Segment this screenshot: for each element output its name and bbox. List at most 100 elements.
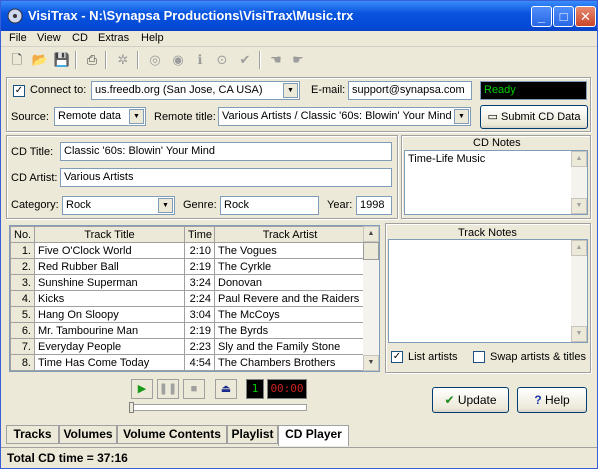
track-artist[interactable]: The Byrds bbox=[214, 322, 366, 339]
connect-checkbox[interactable]: ✓ bbox=[13, 85, 25, 97]
table-row[interactable]: 3. Sunshine Superman 3:24 Donovan bbox=[10, 274, 366, 291]
cd-write-icon[interactable]: ◉ bbox=[169, 51, 187, 69]
track-notes-scrollbar[interactable]: ▲ ▼ bbox=[571, 240, 587, 342]
category-dropdown[interactable]: Rock ▼ bbox=[62, 196, 175, 215]
cd-read-icon[interactable]: ◎ bbox=[146, 51, 164, 69]
cd-info-icon[interactable]: ℹ bbox=[191, 51, 209, 69]
cd-notes-field[interactable]: Time-Life Music ▲ ▼ bbox=[404, 150, 588, 215]
chevron-down-icon[interactable]: ▼ bbox=[283, 83, 298, 98]
col-header-no[interactable]: No. bbox=[10, 226, 35, 243]
chevron-down-icon[interactable]: ▼ bbox=[158, 198, 173, 213]
pause-icon[interactable]: ❚❚ bbox=[157, 379, 179, 399]
track-artist[interactable]: The McCoys bbox=[214, 306, 366, 323]
genre-field[interactable]: Rock bbox=[220, 196, 319, 215]
scroll-up-icon[interactable]: ▲ bbox=[571, 240, 587, 256]
track-artist[interactable]: The Chambers Brothers bbox=[214, 354, 366, 371]
scroll-down-icon[interactable]: ▼ bbox=[363, 355, 379, 371]
table-row[interactable]: 6. Mr. Tambourine Man 2:19 The Byrds bbox=[10, 322, 366, 339]
track-title[interactable]: Five O'Clock World bbox=[34, 242, 185, 259]
cd-lookup-icon[interactable]: ⊙ bbox=[213, 51, 231, 69]
table-row[interactable]: 4. Kicks 2:24 Paul Revere and the Raiders bbox=[10, 290, 366, 307]
close-button[interactable]: ✕ bbox=[575, 6, 596, 27]
cd-title-field[interactable]: Classic '60s: Blowin' Your Mind bbox=[60, 142, 392, 161]
track-artist[interactable]: Donovan bbox=[214, 274, 366, 291]
table-row[interactable]: 1. Five O'Clock World 2:10 The Vogues bbox=[10, 242, 366, 259]
scroll-down-icon[interactable]: ▼ bbox=[571, 326, 587, 342]
tab-playlist[interactable]: Playlist bbox=[227, 425, 278, 444]
track-time[interactable]: 3:04 bbox=[184, 306, 215, 323]
scroll-thumb[interactable] bbox=[363, 242, 379, 260]
menu-view[interactable]: View bbox=[37, 32, 61, 44]
track-title[interactable]: Time Has Come Today bbox=[34, 354, 185, 371]
scroll-up-icon[interactable]: ▲ bbox=[571, 151, 587, 167]
remote-title-dropdown[interactable]: Various Artists / Classic '60s: Blowin' … bbox=[218, 107, 471, 126]
open-icon[interactable]: 📂 bbox=[31, 51, 49, 69]
email-field[interactable]: support@synapsa.com bbox=[348, 81, 472, 100]
list-artists-checkbox[interactable]: ✓ bbox=[391, 351, 403, 363]
menu-help[interactable]: Help bbox=[141, 32, 164, 44]
year-field[interactable]: 1998 bbox=[356, 196, 392, 215]
title-bar[interactable]: VisiTrax - N:\Synapsa Productions\VisiTr… bbox=[1, 1, 597, 31]
cd-notes-scrollbar[interactable]: ▲ ▼ bbox=[571, 151, 587, 214]
menu-extras[interactable]: Extras bbox=[98, 32, 129, 44]
tracks-scrollbar[interactable]: ▲ ▼ bbox=[363, 226, 379, 371]
table-row[interactable]: 8. Time Has Come Today 4:54 The Chambers Br… bbox=[10, 354, 366, 371]
help-button[interactable]: ? Help bbox=[517, 387, 587, 413]
menu-file[interactable]: File bbox=[9, 32, 27, 44]
col-header-artist[interactable]: Track Artist bbox=[214, 226, 366, 243]
maximize-button[interactable]: □ bbox=[553, 6, 574, 27]
track-time[interactable]: 4:54 bbox=[184, 354, 215, 371]
tab-cd-player[interactable]: CD Player bbox=[278, 425, 349, 446]
hand-left-icon[interactable]: ☚ bbox=[267, 51, 285, 69]
slider-thumb[interactable] bbox=[129, 402, 134, 413]
track-title[interactable]: Everyday People bbox=[34, 338, 185, 355]
scroll-up-icon[interactable]: ▲ bbox=[363, 226, 379, 242]
play-icon[interactable]: ▶ bbox=[131, 379, 153, 399]
new-icon[interactable]: 🗋 bbox=[8, 51, 26, 69]
server-dropdown[interactable]: us.freedb.org (San Jose, CA USA) ▼ bbox=[91, 81, 300, 100]
track-artist[interactable]: The Cyrkle bbox=[214, 258, 366, 275]
track-time[interactable]: 3:24 bbox=[184, 274, 215, 291]
track-time[interactable]: 2:24 bbox=[184, 290, 215, 307]
minimize-button[interactable]: _ bbox=[531, 6, 552, 27]
submit-cd-data-button[interactable]: ▭ Submit CD Data bbox=[480, 105, 588, 129]
track-title[interactable]: Mr. Tambourine Man bbox=[34, 322, 185, 339]
track-title[interactable]: Red Rubber Ball bbox=[34, 258, 185, 275]
track-time[interactable]: 2:10 bbox=[184, 242, 215, 259]
scroll-down-icon[interactable]: ▼ bbox=[571, 198, 587, 214]
track-artist[interactable]: Paul Revere and the Raiders bbox=[214, 290, 366, 307]
stop-icon[interactable]: ■ bbox=[183, 379, 205, 399]
tab-tracks[interactable]: Tracks bbox=[6, 425, 59, 444]
track-title[interactable]: Kicks bbox=[34, 290, 185, 307]
check-icon[interactable]: ✔ bbox=[236, 51, 254, 69]
track-artist[interactable]: Sly and the Family Stone bbox=[214, 338, 366, 355]
update-button[interactable]: ✔ Update bbox=[432, 387, 509, 413]
eject-icon[interactable]: ⏏ bbox=[215, 379, 237, 399]
track-notes-field[interactable]: ▲ ▼ bbox=[388, 239, 588, 343]
save-icon[interactable]: 💾 bbox=[53, 51, 71, 69]
track-time[interactable]: 2:23 bbox=[184, 338, 215, 355]
table-row[interactable]: 7. Everyday People 2:23 Sly and the Family … bbox=[10, 338, 366, 355]
chevron-down-icon[interactable]: ▼ bbox=[129, 109, 144, 124]
print-icon[interactable]: ⎙ bbox=[83, 51, 101, 69]
track-time[interactable]: 2:19 bbox=[184, 258, 215, 275]
track-artist[interactable]: The Vogues bbox=[214, 242, 366, 259]
tools-icon[interactable]: ✲ bbox=[114, 51, 132, 69]
col-header-time[interactable]: Time bbox=[184, 226, 215, 243]
tab-volumes[interactable]: Volumes bbox=[59, 425, 117, 444]
track-title[interactable]: Sunshine Superman bbox=[34, 274, 185, 291]
cd-artist-field[interactable]: Various Artists bbox=[60, 168, 392, 187]
menu-cd[interactable]: CD bbox=[72, 32, 88, 44]
hand-right-icon[interactable]: ☛ bbox=[289, 51, 307, 69]
track-time[interactable]: 2:19 bbox=[184, 322, 215, 339]
col-header-title[interactable]: Track Title bbox=[34, 226, 185, 243]
tab-volume-contents[interactable]: Volume Contents bbox=[117, 425, 227, 444]
chevron-down-icon[interactable]: ▼ bbox=[454, 109, 469, 124]
table-row[interactable]: 2. Red Rubber Ball 2:19 The Cyrkle bbox=[10, 258, 366, 275]
tracks-grid[interactable]: No. Track Title Time Track Artist 1. Five… bbox=[9, 225, 380, 372]
position-slider[interactable] bbox=[129, 402, 307, 413]
source-dropdown[interactable]: Remote data ▼ bbox=[54, 107, 146, 126]
swap-checkbox[interactable] bbox=[473, 351, 485, 363]
track-title[interactable]: Hang On Sloopy bbox=[34, 306, 185, 323]
table-row[interactable]: 5. Hang On Sloopy 3:04 The McCoys bbox=[10, 306, 366, 323]
